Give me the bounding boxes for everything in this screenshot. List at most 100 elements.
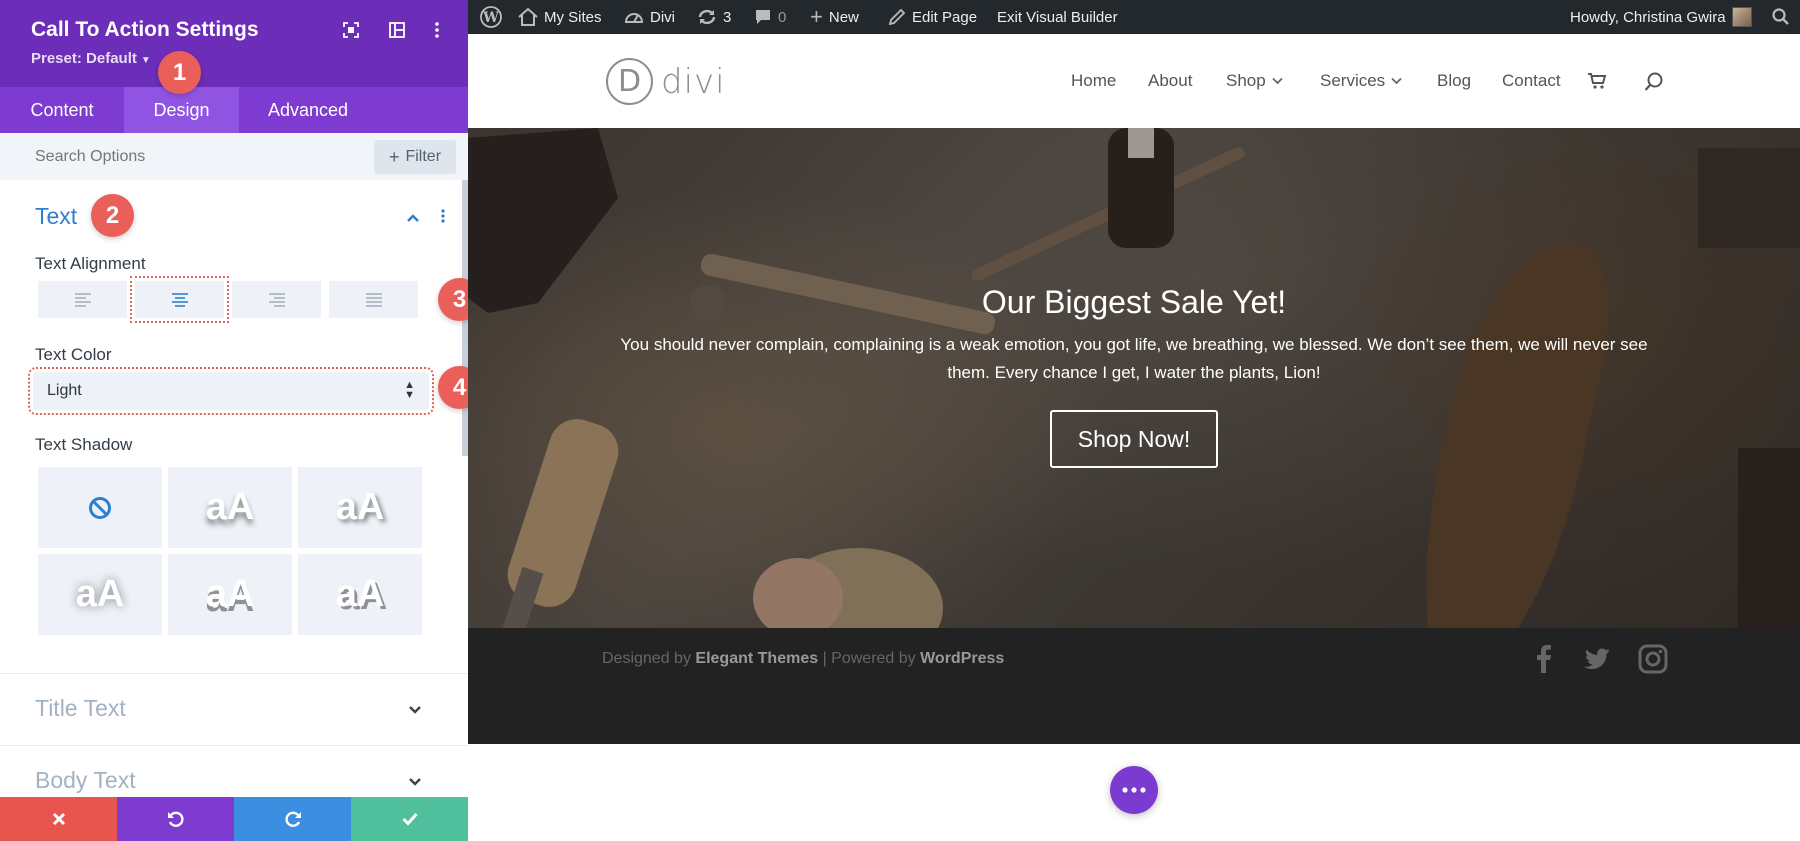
plus-icon: + <box>810 4 823 29</box>
settings-panel: Call To Action Settings Preset: Default ▼… <box>0 0 468 841</box>
body-text-section[interactable]: Body Text <box>35 767 136 794</box>
save-button[interactable] <box>351 797 468 841</box>
panel-title: Call To Action Settings <box>31 18 259 41</box>
nav-label: Home <box>1071 71 1117 90</box>
align-center-button[interactable] <box>130 276 229 323</box>
search-icon[interactable] <box>1644 72 1664 92</box>
check-icon <box>401 812 418 826</box>
filter-label: Filter <box>405 148 442 165</box>
close-icon <box>52 812 65 826</box>
chevron-down-icon <box>1391 77 1402 85</box>
align-left-button[interactable] <box>38 281 127 318</box>
my-sites-menu[interactable]: My Sites <box>518 0 602 34</box>
elegant-themes-link[interactable]: Elegant Themes <box>695 650 818 667</box>
chevron-down-icon[interactable] <box>408 702 424 718</box>
exit-visual-builder-link[interactable]: Exit Visual Builder <box>997 0 1118 34</box>
builder-menu-button[interactable] <box>1110 766 1158 814</box>
wordpress-link[interactable]: WordPress <box>920 650 1004 667</box>
align-justify-button[interactable] <box>329 281 418 318</box>
section-options-icon[interactable] <box>441 209 445 228</box>
instagram-icon[interactable] <box>1638 644 1668 674</box>
text-color-select[interactable]: Light ▲ ▼ <box>28 367 434 415</box>
layout-toggle-icon[interactable] <box>385 18 409 42</box>
shadow-preset-1[interactable]: aA <box>168 467 292 548</box>
shadow-preset-4[interactable]: aA <box>168 554 292 635</box>
text-shadow-label: Text Shadow <box>35 435 133 454</box>
undo-icon <box>167 811 184 827</box>
chevron-down-icon[interactable] <box>408 774 424 790</box>
tab-content[interactable]: Content <box>0 87 124 133</box>
step-badge-1: 1 <box>158 51 201 94</box>
nav-label: Blog <box>1437 71 1472 90</box>
none-icon <box>89 496 111 519</box>
section-divider <box>0 745 468 746</box>
footer-credits: Designed by Elegant Themes | Powered by … <box>602 650 1004 668</box>
tab-advanced[interactable]: Advanced <box>239 87 377 133</box>
new-content-menu[interactable]: + New <box>810 0 859 34</box>
chevron-up-icon[interactable] <box>406 210 420 228</box>
section-divider <box>0 673 468 674</box>
align-right-icon <box>268 292 285 307</box>
cancel-button[interactable] <box>0 797 117 841</box>
nav-item-home[interactable]: Home <box>1071 71 1116 91</box>
nav-item-shop[interactable]: Shop <box>1226 71 1283 91</box>
align-left-icon <box>74 292 91 307</box>
twitter-icon[interactable] <box>1582 644 1612 674</box>
align-justify-icon <box>365 292 382 307</box>
wordpress-logo-icon[interactable]: W <box>480 0 502 34</box>
site-name-menu[interactable]: Divi <box>624 0 675 34</box>
site-logo[interactable]: D divi <box>606 58 726 105</box>
edit-page-link[interactable]: Edit Page <box>888 0 977 34</box>
expand-icon[interactable] <box>339 18 363 42</box>
shadow-preset-5[interactable]: aA <box>298 554 422 635</box>
undo-button[interactable] <box>117 797 234 841</box>
text-section-title[interactable]: Text <box>35 203 77 230</box>
panel-tabs: Content Design Advanced <box>0 87 468 133</box>
site-name-label: Divi <box>650 8 675 26</box>
nav-label: Services <box>1320 71 1386 90</box>
nav-item-contact[interactable]: Contact <box>1502 71 1561 91</box>
avatar <box>1731 7 1752 27</box>
preset-label: Preset: Default <box>31 50 137 67</box>
shop-now-button[interactable]: Shop Now! <box>1050 410 1218 468</box>
panel-action-bar <box>0 797 468 841</box>
nav-item-services[interactable]: Services <box>1320 71 1402 91</box>
cart-icon[interactable] <box>1587 72 1607 90</box>
align-right-button[interactable] <box>232 281 321 318</box>
text-alignment-label: Text Alignment <box>35 254 146 273</box>
shadow-none-option[interactable] <box>38 467 162 548</box>
call-to-action-section[interactable]: Our Biggest Sale Yet! You should never c… <box>468 128 1800 628</box>
panel-header: Call To Action Settings Preset: Default ▼ <box>0 0 468 87</box>
cta-body: You should never complain, complaining i… <box>620 335 1648 382</box>
updates-menu[interactable]: 3 <box>697 0 731 34</box>
updates-count: 3 <box>723 8 732 26</box>
redo-icon <box>284 811 301 827</box>
comments-menu[interactable]: 0 <box>754 0 786 34</box>
ellipsis-icon <box>1122 787 1146 793</box>
howdy-label: Howdy, Christina Gwira <box>1570 8 1726 26</box>
search-input[interactable] <box>0 133 370 180</box>
site-header: D divi Home About Shop Services Blog Con… <box>468 34 1800 128</box>
text-color-label: Text Color <box>35 345 112 364</box>
plus-icon: + <box>388 146 400 167</box>
comments-count: 0 <box>778 8 787 26</box>
preset-selector[interactable]: Preset: Default ▼ <box>31 50 151 67</box>
text-alignment-group <box>38 276 418 323</box>
nav-item-blog[interactable]: Blog <box>1437 71 1471 91</box>
account-menu[interactable]: Howdy, Christina Gwira <box>1570 0 1752 34</box>
more-options-icon[interactable] <box>425 18 449 42</box>
my-sites-label: My Sites <box>544 8 602 26</box>
facebook-icon[interactable] <box>1529 644 1559 674</box>
select-arrows-icon: ▲ ▼ <box>404 379 415 401</box>
filter-button[interactable]: + Filter <box>374 140 456 174</box>
cta-title: Our Biggest Sale Yet! <box>981 284 1287 320</box>
title-text-section[interactable]: Title Text <box>35 695 126 722</box>
nav-label: About <box>1148 71 1193 90</box>
redo-button[interactable] <box>234 797 351 841</box>
logo-mark: D <box>606 58 653 105</box>
shadow-preset-2[interactable]: aA <box>298 467 422 548</box>
shadow-preset-3[interactable]: aA <box>38 554 162 635</box>
admin-search-icon[interactable] <box>1772 0 1790 34</box>
nav-item-about[interactable]: About <box>1148 71 1192 91</box>
pencil-icon <box>888 8 906 26</box>
